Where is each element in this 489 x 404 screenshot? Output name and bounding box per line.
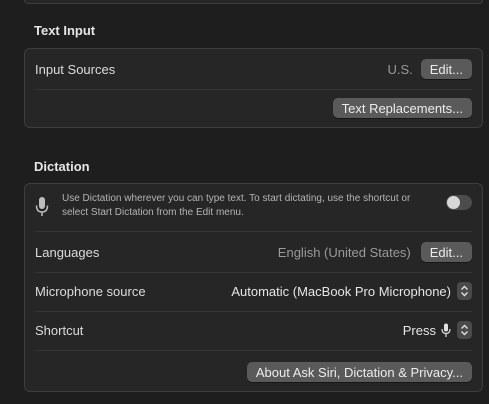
text-replacements-button[interactable]: Text Replacements... <box>332 98 472 118</box>
microphone-source-row: Microphone source Automatic (MacBook Pro… <box>25 277 482 305</box>
microphone-icon <box>441 323 451 338</box>
chevron-up-down-icon <box>457 321 472 339</box>
microphone-source-value: Automatic (MacBook Pro Microphone) <box>231 283 451 299</box>
about-siri-dictation-privacy-button[interactable]: About Ask Siri, Dictation & Privacy... <box>246 362 472 382</box>
shortcut-row: Shortcut Press <box>25 316 482 344</box>
dictation-description-row: Use Dictation wherever you can type text… <box>25 192 482 224</box>
microphone-source-label: Microphone source <box>35 283 146 299</box>
input-sources-value: U.S. <box>387 61 413 77</box>
microphone-source-select[interactable]: Automatic (MacBook Pro Microphone) <box>231 282 472 300</box>
languages-label: Languages <box>35 244 100 260</box>
text-input-section-title: Text Input <box>34 23 96 38</box>
microphone-icon <box>35 196 53 218</box>
shortcut-value: Press <box>402 322 436 338</box>
languages-row: Languages English (United States) Edit..… <box>25 238 482 266</box>
input-sources-label: Input Sources <box>35 61 116 77</box>
divider <box>35 89 472 90</box>
divider <box>35 272 472 273</box>
input-sources-edit-button[interactable]: Edit... <box>420 59 472 79</box>
divider <box>35 350 472 351</box>
dictation-section-title: Dictation <box>34 159 90 174</box>
toggle-knob <box>447 196 460 209</box>
dictation-toggle[interactable] <box>446 195 472 210</box>
about-row: About Ask Siri, Dictation & Privacy... <box>25 359 482 385</box>
chevron-up-down-icon <box>457 282 472 300</box>
dictation-description: Use Dictation wherever you can type text… <box>62 193 411 218</box>
languages-value: English (United States) <box>277 244 411 260</box>
dictation-card: Use Dictation wherever you can type text… <box>24 183 483 392</box>
divider <box>35 311 472 312</box>
shortcut-label: Shortcut <box>35 322 84 338</box>
text-input-card: Input Sources U.S. Edit... Text Replacem… <box>24 48 483 128</box>
shortcut-select[interactable]: Press <box>403 321 472 339</box>
languages-edit-button[interactable]: Edit... <box>420 242 472 262</box>
input-sources-row: Input Sources U.S. Edit... <box>25 55 482 83</box>
text-replacements-row: Text Replacements... <box>25 95 482 121</box>
divider <box>35 231 472 232</box>
previous-section-card-edge <box>24 0 483 4</box>
